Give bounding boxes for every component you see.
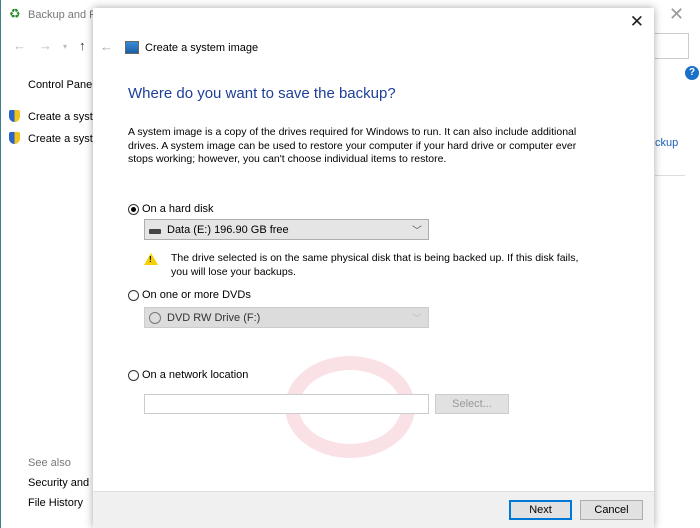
window-title: Backup and Re: [28, 9, 104, 21]
create-system-image-link[interactable]: Create a syste: [28, 111, 99, 123]
hard-drive-icon: [149, 229, 161, 234]
back-arrow-icon[interactable]: ←: [100, 39, 113, 54]
selected-drive: Data (E:) 196.90 GB free: [167, 223, 289, 236]
help-icon[interactable]: ?: [685, 66, 699, 80]
selected-dvd-drive: DVD RW Drive (F:): [167, 311, 261, 324]
shield-icon: [9, 110, 20, 122]
dialog-title: Create a system image: [145, 42, 259, 54]
see-also-label: See also: [28, 457, 71, 469]
chevron-down-icon: ﹀: [412, 226, 422, 237]
close-icon[interactable]: ✕: [630, 12, 644, 32]
create-system-image-dialog: ✕ ← Create a system image Where do you w…: [93, 8, 654, 528]
radio-label: On a hard disk: [142, 203, 214, 215]
next-button[interactable]: Next: [509, 500, 572, 520]
network-location-input: [144, 394, 429, 414]
search-box[interactable]: [655, 33, 689, 59]
dvd-radio[interactable]: On one or more DVDs: [128, 289, 251, 301]
network-radio[interactable]: On a network location: [128, 369, 248, 381]
backup-app-icon: ♻: [9, 6, 21, 21]
control-panel-link[interactable]: Control Panel: [28, 79, 95, 91]
warning-text: The drive selected is on the same physic…: [171, 252, 579, 278]
select-button: Select...: [435, 394, 509, 414]
security-link[interactable]: Security and M: [28, 477, 101, 489]
backup-link[interactable]: ckup: [655, 137, 678, 149]
divider: [655, 175, 685, 176]
hard-disk-dropdown[interactable]: Data (E:) 196.90 GB free ﹀: [144, 219, 429, 240]
dvd-drive-icon: [149, 311, 161, 324]
page-heading: Where do you want to save the backup?: [128, 85, 396, 102]
create-repair-disc-link[interactable]: Create a syste: [28, 133, 99, 145]
radio-label: On one or more DVDs: [142, 289, 251, 301]
chevron-down-icon: ﹀: [412, 314, 422, 325]
cancel-button[interactable]: Cancel: [580, 500, 643, 520]
system-image-icon: [125, 41, 139, 54]
shield-icon: [9, 132, 20, 144]
file-history-link[interactable]: File History: [28, 497, 83, 509]
dvd-dropdown: DVD RW Drive (F:) ﹀: [144, 307, 429, 328]
dialog-footer: Next Cancel: [93, 491, 654, 528]
description: A system image is a copy of the drives r…: [128, 126, 577, 165]
back-arrow-icon[interactable]: ←: [13, 38, 26, 53]
hard-disk-radio[interactable]: On a hard disk: [128, 203, 214, 215]
recent-chevron-icon[interactable]: ▾: [63, 42, 67, 51]
radio-button[interactable]: [128, 289, 139, 301]
window-close-icon[interactable]: ✕: [669, 4, 684, 25]
forward-arrow-icon[interactable]: →: [39, 38, 52, 53]
radio-label: On a network location: [142, 369, 249, 381]
radio-button[interactable]: [128, 203, 139, 215]
up-arrow-icon[interactable]: ↑: [79, 38, 86, 53]
warning-icon: !: [144, 253, 158, 265]
radio-button[interactable]: [128, 369, 139, 381]
